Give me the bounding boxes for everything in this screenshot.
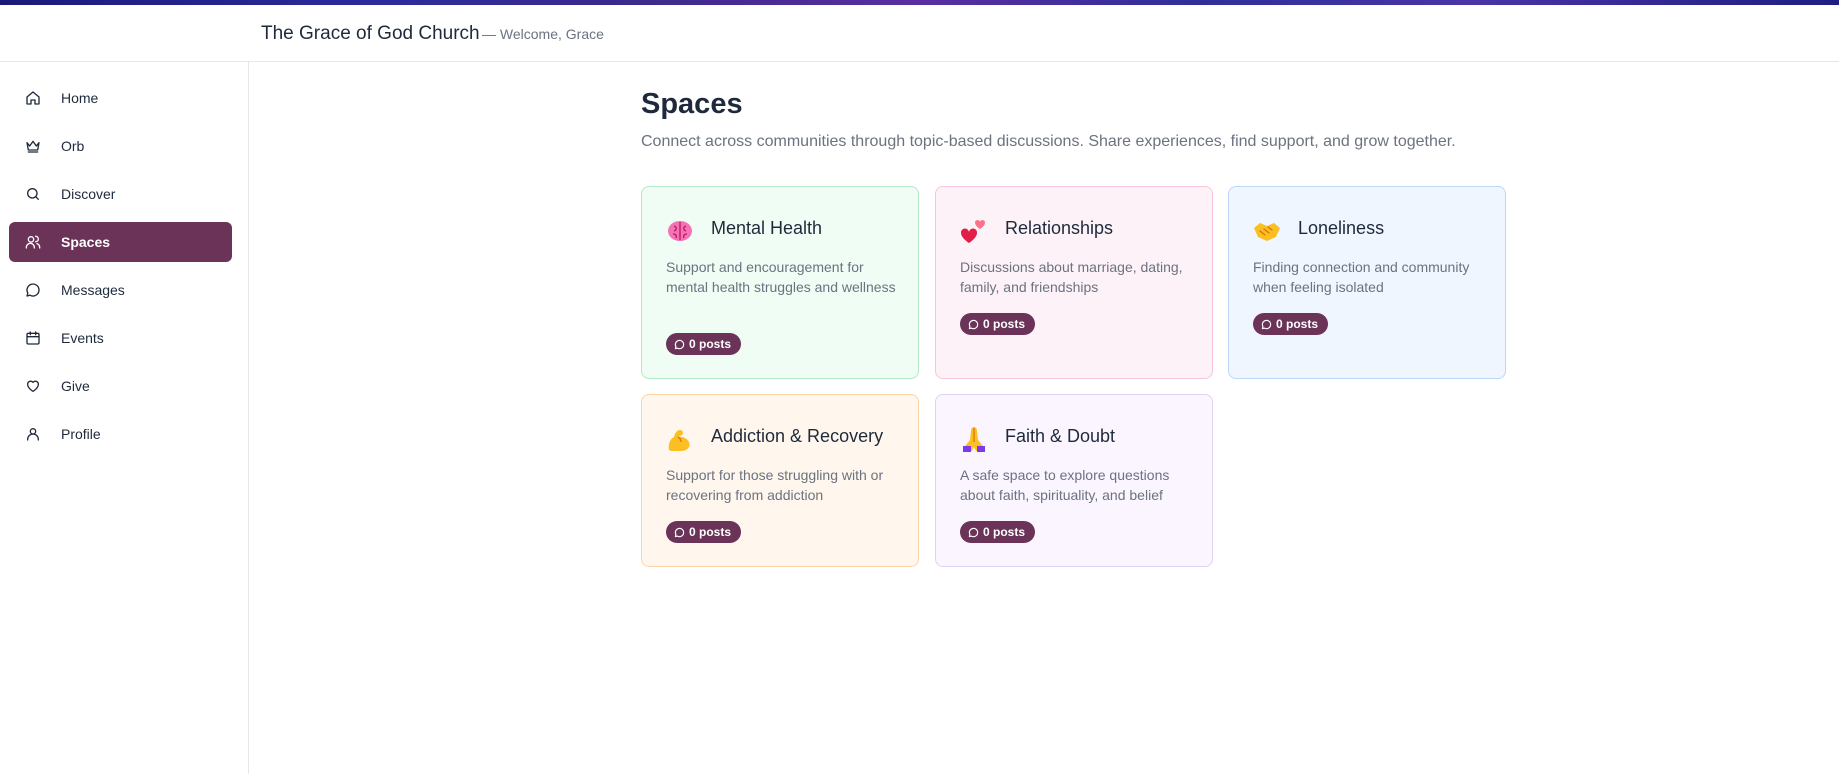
space-description: Discussions about marriage, dating, fami… <box>960 259 1183 295</box>
space-title: Relationships <box>1005 218 1114 238</box>
sidebar-item-profile[interactable]: Profile <box>9 414 232 454</box>
sidebar-item-label: Spaces <box>61 234 111 250</box>
message-circle-icon <box>674 339 685 349</box>
sidebar-item-label: Events <box>61 330 104 346</box>
space-title: Faith & Doubt <box>1005 426 1116 446</box>
sidebar-item-spaces[interactable]: Spaces <box>9 222 232 262</box>
space-card-mental-health[interactable]: Mental Health Support and encouragement … <box>641 186 919 379</box>
calendar-icon <box>25 330 41 346</box>
home-icon <box>25 90 41 106</box>
heart-icon <box>25 378 41 394</box>
posts-count: 0 posts <box>689 525 732 539</box>
praying-hands-icon <box>959 424 989 454</box>
message-circle-icon <box>968 527 979 537</box>
posts-count: 0 posts <box>983 317 1026 331</box>
sidebar-item-give[interactable]: Give <box>9 366 232 406</box>
message-circle-icon <box>968 319 979 329</box>
sidebar-item-label: Orb <box>61 138 85 154</box>
user-icon <box>25 426 41 442</box>
space-title: Mental Health <box>711 218 823 238</box>
space-description: Finding connection and community when fe… <box>1253 259 1470 295</box>
page-subtitle: Connect across communities through topic… <box>641 133 1456 150</box>
sidebar-item-label: Discover <box>61 186 116 202</box>
handshake-icon <box>1252 216 1282 246</box>
users-icon <box>25 234 41 250</box>
space-title: Loneliness <box>1298 218 1385 238</box>
posts-count-badge: 0 posts <box>960 313 1036 335</box>
sidebar-item-events[interactable]: Events <box>9 318 232 358</box>
header: The Grace of God Church — Welcome, Grace <box>0 5 1839 62</box>
page-title: Spaces <box>641 88 743 120</box>
sidebar: Home Orb Discover Spaces Messages Events <box>0 62 249 774</box>
sidebar-item-discover[interactable]: Discover <box>9 174 232 214</box>
church-name: The Grace of God Church <box>261 23 480 44</box>
posts-count: 0 posts <box>1276 317 1319 331</box>
hearts-icon <box>959 216 989 246</box>
sidebar-item-label: Home <box>61 90 99 106</box>
space-title: Addiction & Recovery <box>711 426 884 446</box>
crown-icon <box>25 138 41 154</box>
space-card-faith-doubt[interactable]: Faith & Doubt A safe space to explore qu… <box>935 394 1213 567</box>
posts-count-badge: 0 posts <box>666 333 742 355</box>
flexed-bicep-icon <box>665 424 695 454</box>
space-card-addiction-recovery[interactable]: Addiction & Recovery Support for those s… <box>641 394 919 567</box>
brain-icon <box>665 216 695 246</box>
sidebar-item-label: Profile <box>61 426 101 442</box>
space-description: Support and encouragement for mental hea… <box>666 259 896 295</box>
welcome-text: — Welcome, Grace <box>482 26 604 42</box>
space-description: A safe space to explore questions about … <box>960 467 1170 503</box>
posts-count-badge: 0 posts <box>960 521 1036 543</box>
posts-count-badge: 0 posts <box>1253 313 1329 335</box>
sidebar-item-orb[interactable]: Orb <box>9 126 232 166</box>
posts-count: 0 posts <box>983 525 1026 539</box>
space-description: Support for those struggling with or rec… <box>666 467 884 503</box>
sidebar-item-messages[interactable]: Messages <box>9 270 232 310</box>
main-content: Spaces Connect across communities throug… <box>250 62 1839 774</box>
space-card-loneliness[interactable]: Loneliness Finding connection and commun… <box>1228 186 1506 379</box>
message-circle-icon <box>1261 319 1272 329</box>
sidebar-item-home[interactable]: Home <box>9 78 232 118</box>
posts-count: 0 posts <box>689 337 732 351</box>
message-circle-icon <box>25 282 41 298</box>
search-icon <box>25 186 41 202</box>
sidebar-item-label: Give <box>61 378 90 394</box>
space-card-relationships[interactable]: Relationships Discussions about marriage… <box>935 186 1213 379</box>
posts-count-badge: 0 posts <box>666 521 742 543</box>
message-circle-icon <box>674 527 685 537</box>
sidebar-item-label: Messages <box>61 282 125 298</box>
